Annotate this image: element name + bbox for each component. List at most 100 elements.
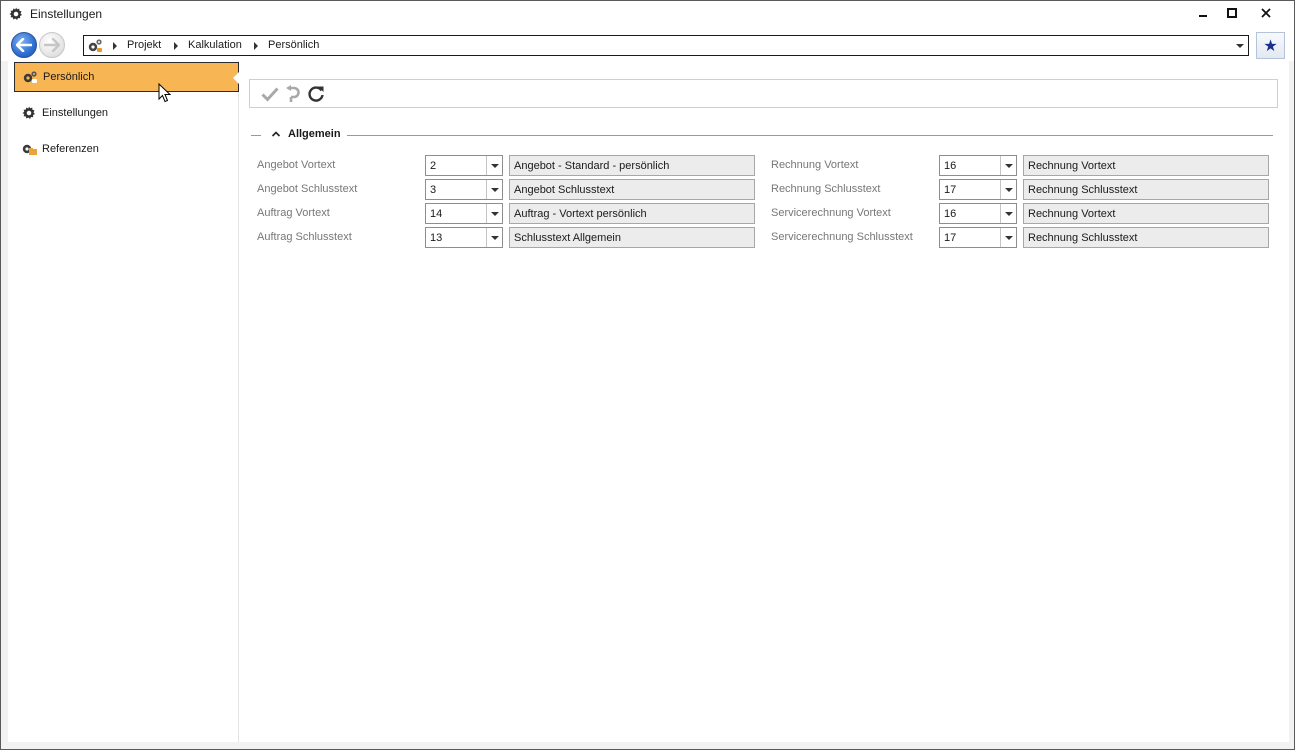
maximize-icon [1227, 8, 1237, 18]
sidebar-item-label: Referenzen [42, 143, 99, 155]
title-bar: Einstellungen [1, 1, 1294, 27]
text-number-combo[interactable]: 17 [939, 179, 1017, 200]
description-value: Rechnung Schlusstext [1028, 232, 1138, 244]
maximize-button[interactable] [1217, 1, 1247, 25]
user-gear-icon [88, 39, 102, 52]
breadcrumb-separator-icon [113, 42, 117, 50]
chevron-down-icon[interactable] [1236, 44, 1244, 48]
breadcrumb-separator-icon [174, 42, 178, 50]
sidebar-item-einstellungen[interactable]: Einstellungen [14, 98, 239, 128]
refresh-button[interactable] [306, 84, 326, 104]
favorite-button[interactable]: ★ [1256, 32, 1285, 59]
sidebar-item-label: Persönlich [43, 71, 95, 83]
combo-value: 16 [944, 208, 957, 220]
chevron-down-icon[interactable] [1000, 228, 1016, 247]
gear-icon [9, 7, 22, 20]
chevron-down-icon[interactable] [486, 180, 502, 199]
chevron-up-icon[interactable] [271, 129, 281, 139]
forward-button[interactable] [39, 32, 65, 58]
address-bar[interactable]: Projekt Kalkulation Persönlich [83, 35, 1249, 56]
save-check-icon [261, 87, 279, 102]
text-description-field: Schlusstext Allgemein [509, 227, 755, 248]
text-number-combo[interactable]: 16 [939, 155, 1017, 176]
navigation-bar: Projekt Kalkulation Persönlich ★ [1, 27, 1294, 61]
description-value: Rechnung Vortext [1028, 160, 1116, 172]
group-header-allgemein[interactable]: Allgemein [249, 127, 1273, 143]
combo-value: 14 [430, 208, 443, 220]
chevron-down-icon[interactable] [486, 228, 502, 247]
combo-value: 2 [430, 160, 437, 172]
refresh-icon [308, 86, 324, 102]
field-row: Servicerechnung Schlusstext 17 Rechnung … [763, 227, 1278, 248]
text-number-combo[interactable]: 13 [425, 227, 503, 248]
text-number-combo[interactable]: 2 [425, 155, 503, 176]
breadcrumb-item-kalkulation[interactable]: Kalkulation [188, 39, 242, 51]
field-row: Rechnung Schlusstext 17 Rechnung Schluss… [763, 179, 1278, 200]
field-label: Rechnung Vortext [771, 159, 859, 171]
field-label: Rechnung Schlusstext [771, 183, 881, 195]
user-gear-icon [23, 71, 37, 83]
sidebar-item-referenzen[interactable]: Referenzen [14, 134, 239, 164]
breadcrumb-item-projekt[interactable]: Projekt [127, 39, 161, 51]
gear-icon [22, 106, 35, 119]
text-description-field: Rechnung Vortext [1023, 203, 1269, 224]
chevron-down-icon[interactable] [1000, 156, 1016, 175]
selection-notch [233, 72, 239, 84]
divider [347, 135, 1273, 136]
field-label: Auftrag Schlusstext [257, 231, 352, 243]
window-title: Einstellungen [30, 7, 103, 21]
field-label: Servicerechnung Vortext [771, 207, 891, 219]
combo-value: 13 [430, 232, 443, 244]
undo-button[interactable] [283, 84, 303, 104]
field-label: Servicerechnung Schlusstext [771, 231, 913, 243]
close-button[interactable] [1251, 1, 1281, 25]
text-description-field: Auftrag - Vortext persönlich [509, 203, 755, 224]
description-value: Angebot - Standard - persönlich [514, 160, 670, 172]
field-row: Angebot Vortext 2 Angebot - Standard - p… [249, 155, 759, 176]
close-icon [1261, 8, 1271, 18]
text-number-combo[interactable]: 16 [939, 203, 1017, 224]
field-row: Auftrag Schlusstext 13 Schlusstext Allge… [249, 227, 759, 248]
combo-value: 17 [944, 232, 957, 244]
combo-value: 17 [944, 184, 957, 196]
breadcrumb-item-persoenlich[interactable]: Persönlich [268, 39, 319, 51]
sidebar-item-label: Einstellungen [42, 107, 109, 119]
text-description-field: Angebot - Standard - persönlich [509, 155, 755, 176]
combo-value: 3 [430, 184, 437, 196]
chevron-down-icon[interactable] [486, 156, 502, 175]
field-label: Auftrag Vortext [257, 207, 330, 219]
minimize-button[interactable] [1188, 1, 1218, 25]
description-value: Rechnung Schlusstext [1028, 184, 1138, 196]
field-row: Auftrag Vortext 14 Auftrag - Vortext per… [249, 203, 759, 224]
text-number-combo[interactable]: 14 [425, 203, 503, 224]
toolbar [249, 79, 1278, 108]
text-description-field: Angebot Schlusstext [509, 179, 755, 200]
arrow-left-icon [16, 38, 32, 52]
breadcrumb-separator-icon [254, 42, 258, 50]
group-title: Allgemein [288, 128, 341, 140]
star-icon: ★ [1263, 37, 1278, 55]
text-description-field: Rechnung Schlusstext [1023, 227, 1269, 248]
field-row: Rechnung Vortext 16 Rechnung Vortext [763, 155, 1278, 176]
undo-icon [286, 85, 300, 102]
description-value: Angebot Schlusstext [514, 184, 615, 196]
main-panel: Allgemein Angebot Vortext 2 Angebot - St… [249, 61, 1289, 742]
field-label: Angebot Vortext [257, 159, 336, 171]
description-value: Rechnung Vortext [1028, 208, 1116, 220]
settings-window: Einstellungen Projekt Kalkulation Persön… [0, 0, 1295, 750]
field-label: Angebot Schlusstext [257, 183, 358, 195]
arrow-right-icon [44, 38, 60, 52]
chevron-down-icon[interactable] [486, 204, 502, 223]
text-number-combo[interactable]: 3 [425, 179, 503, 200]
chevron-down-icon[interactable] [1000, 204, 1016, 223]
divider [251, 135, 261, 136]
content-area: Persönlich Einstellungen Referenzen Allg… [8, 61, 1289, 742]
sidebar-item-persoenlich[interactable]: Persönlich [14, 62, 239, 92]
chevron-down-icon[interactable] [1000, 180, 1016, 199]
save-button[interactable] [260, 84, 280, 104]
back-button[interactable] [11, 32, 37, 58]
field-row: Servicerechnung Vortext 16 Rechnung Vort… [763, 203, 1278, 224]
combo-value: 16 [944, 160, 957, 172]
text-number-combo[interactable]: 17 [939, 227, 1017, 248]
text-description-field: Rechnung Schlusstext [1023, 179, 1269, 200]
